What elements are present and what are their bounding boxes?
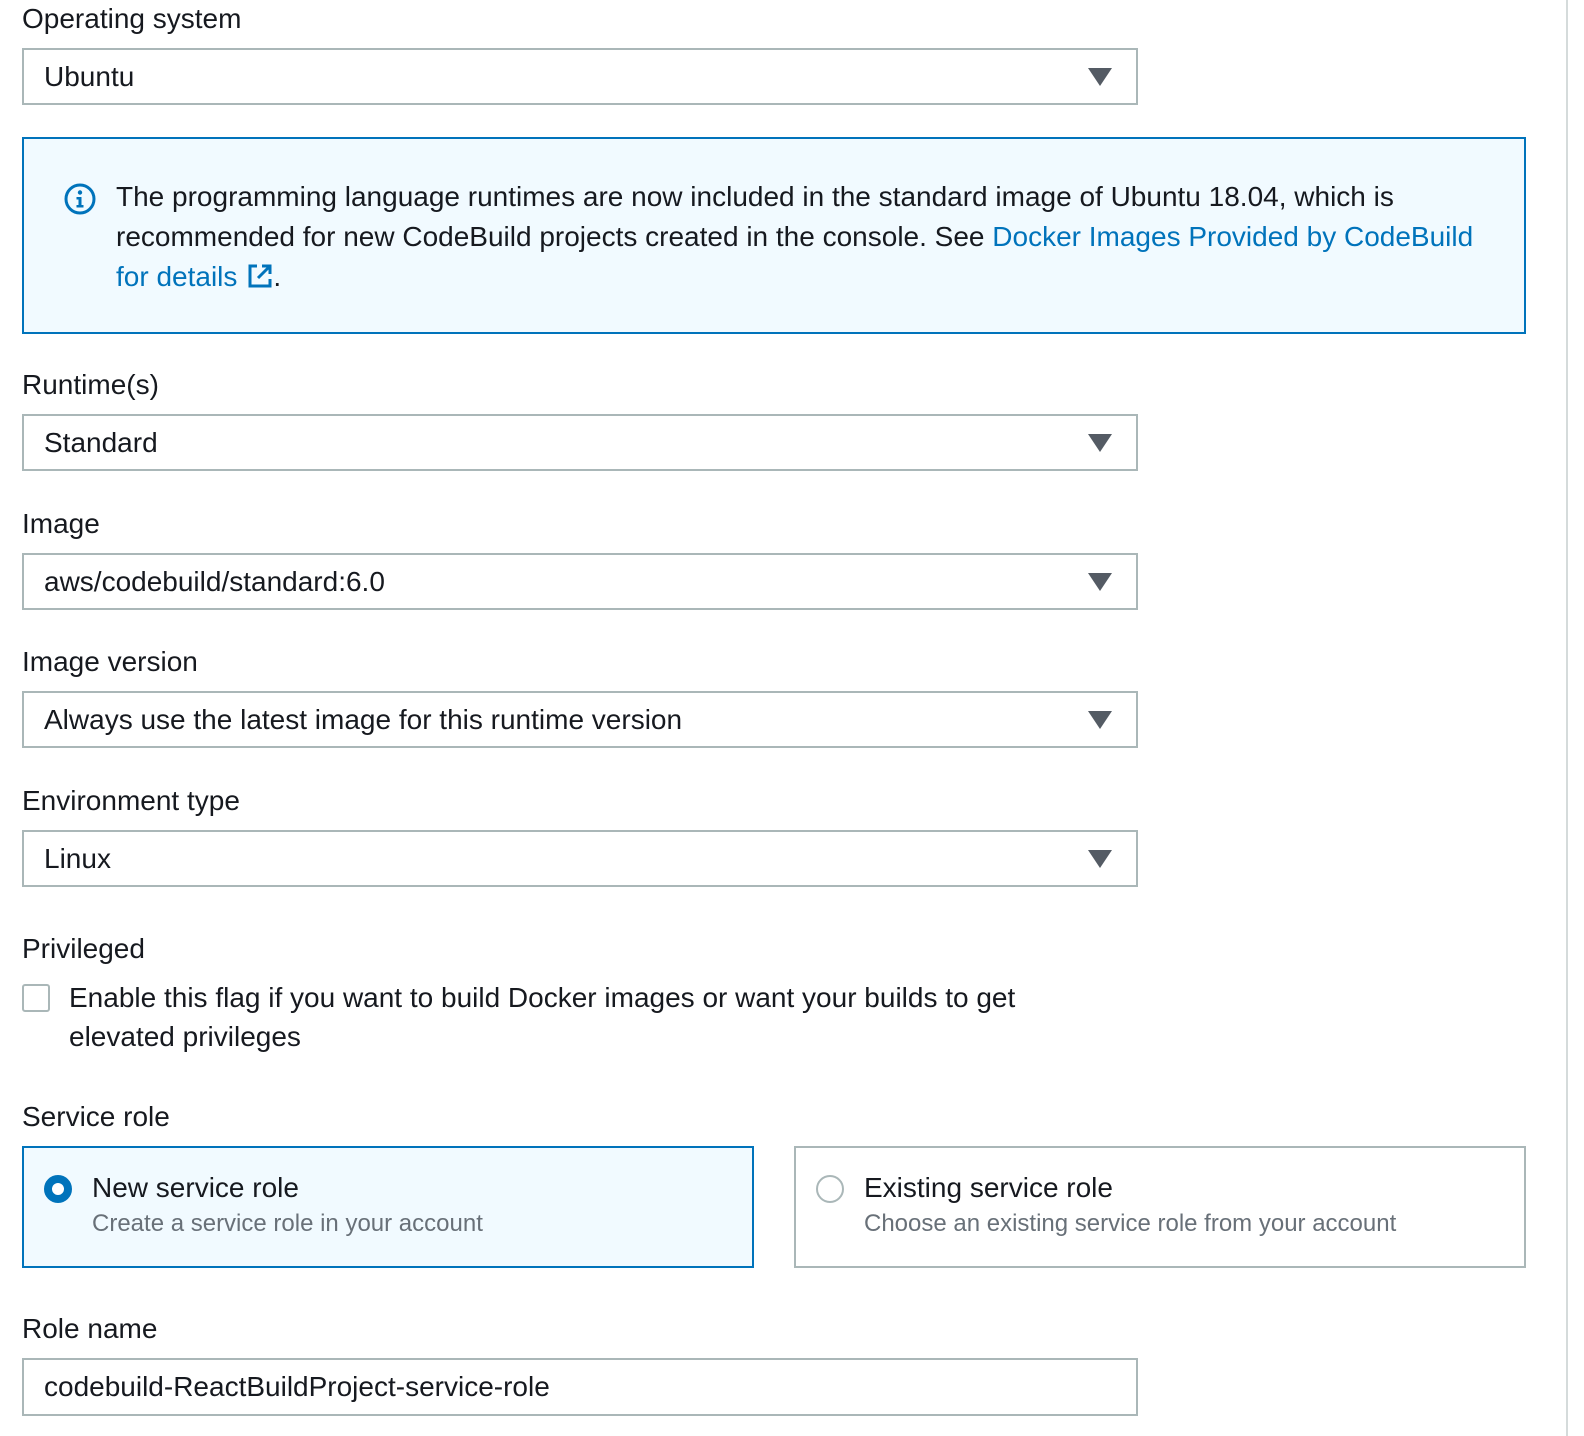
runtimes-label: Runtime(s) [22, 369, 159, 400]
privileged-label: Privileged [22, 933, 145, 964]
caret-down-icon [1088, 573, 1112, 591]
caret-down-icon [1088, 434, 1112, 452]
operating-system-select[interactable]: Ubuntu [22, 48, 1138, 105]
info-alert-text: The programming language runtimes are no… [116, 177, 1496, 297]
image-version-select[interactable]: Always use the latest image for this run… [22, 691, 1138, 748]
caret-down-icon [1088, 68, 1112, 86]
role-name-label: Role name [22, 1313, 158, 1344]
environment-type-select[interactable]: Linux [22, 830, 1138, 887]
new-service-role-tile[interactable]: New service role Create a service role i… [22, 1146, 754, 1268]
info-icon [64, 183, 96, 215]
role-name-input[interactable] [22, 1358, 1138, 1416]
existing-service-role-title: Existing service role [864, 1172, 1113, 1203]
image-value: aws/codebuild/standard:6.0 [44, 566, 385, 597]
privileged-checkbox-label[interactable]: Enable this flag if you want to build Do… [69, 978, 1109, 1056]
image-version-label: Image version [22, 646, 198, 677]
new-service-role-description: Create a service role in your account [92, 1210, 483, 1237]
external-link-icon [248, 264, 272, 288]
existing-service-role-tile[interactable]: Existing service role Choose an existing… [794, 1146, 1526, 1268]
info-alert: The programming language runtimes are no… [22, 137, 1526, 334]
environment-type-value: Linux [44, 843, 111, 874]
environment-type-label: Environment type [22, 785, 240, 816]
new-service-role-title: New service role [92, 1172, 299, 1203]
panel-right-border [1566, 0, 1568, 1436]
image-label: Image [22, 508, 100, 539]
service-role-label: Service role [22, 1101, 170, 1132]
caret-down-icon [1088, 711, 1112, 729]
info-alert-suffix: . [273, 261, 282, 292]
caret-down-icon [1088, 850, 1112, 868]
operating-system-label: Operating system [22, 3, 242, 34]
operating-system-value: Ubuntu [44, 61, 135, 92]
runtimes-value: Standard [44, 427, 158, 458]
new-service-role-radio[interactable] [44, 1175, 72, 1203]
privileged-checkbox[interactable] [22, 984, 50, 1012]
existing-service-role-radio[interactable] [816, 1175, 844, 1203]
runtimes-select[interactable]: Standard [22, 414, 1138, 471]
image-version-value: Always use the latest image for this run… [44, 704, 683, 735]
existing-service-role-description: Choose an existing service role from you… [864, 1210, 1397, 1237]
image-select[interactable]: aws/codebuild/standard:6.0 [22, 553, 1138, 610]
